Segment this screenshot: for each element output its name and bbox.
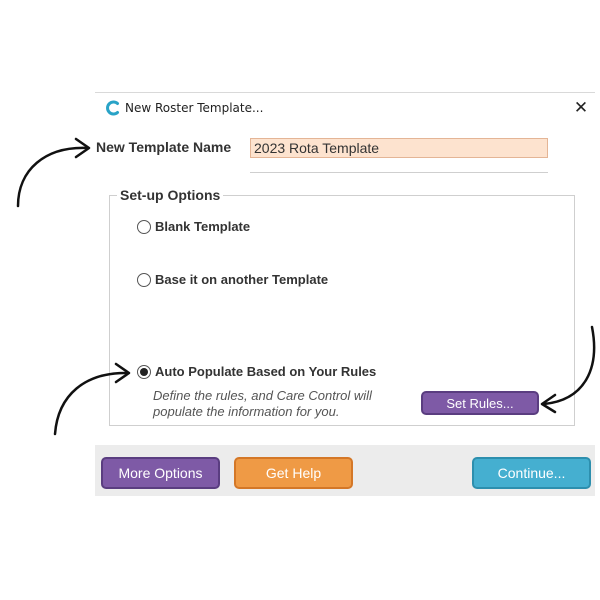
description-line-2: populate the information for you.	[153, 404, 340, 419]
template-name-input[interactable]	[250, 138, 548, 158]
annotation-arrow-template-name	[16, 137, 91, 208]
base-on-template-radio[interactable]	[137, 273, 151, 287]
set-rules-button[interactable]: Set Rules...	[421, 391, 539, 415]
more-options-button[interactable]: More Options	[101, 457, 220, 489]
continue-button[interactable]: Continue...	[472, 457, 591, 489]
description-line-1: Define the rules, and Care Control will	[153, 388, 372, 403]
auto-populate-radio[interactable]	[137, 365, 151, 379]
auto-populate-description: Define the rules, and Care Control will …	[153, 388, 372, 420]
base-on-template-label[interactable]: Base it on another Template	[155, 272, 328, 287]
template-name-label: New Template Name	[96, 139, 232, 155]
care-control-c-icon	[106, 100, 119, 116]
title-bar: New Roster Template... ✕	[95, 92, 595, 123]
blank-template-label[interactable]: Blank Template	[155, 219, 250, 234]
divider	[250, 172, 548, 173]
auto-populate-label[interactable]: Auto Populate Based on Your Rules	[155, 364, 376, 379]
setup-options-legend: Set-up Options	[117, 187, 224, 203]
get-help-button[interactable]: Get Help	[234, 457, 353, 489]
dialog-title: New Roster Template...	[125, 101, 264, 115]
blank-template-radio[interactable]	[137, 220, 151, 234]
new-roster-template-dialog: New Roster Template... ✕ New Template Na…	[95, 92, 595, 496]
close-button[interactable]: ✕	[569, 96, 593, 120]
